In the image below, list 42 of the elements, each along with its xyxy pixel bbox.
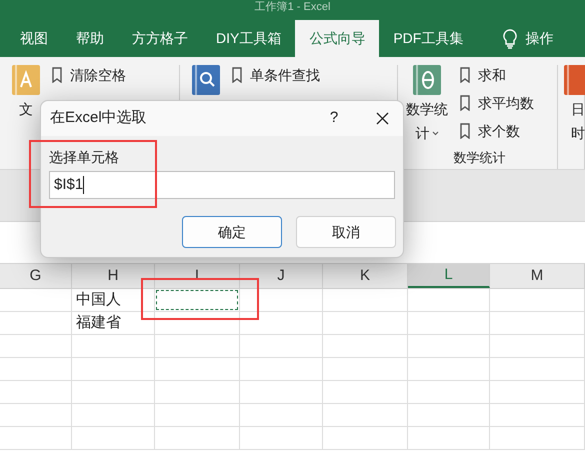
column-header[interactable]: G: [0, 264, 72, 288]
dialog-button[interactable]: 取消: [296, 216, 396, 248]
ribbon-item[interactable]: 单条件查找: [250, 65, 320, 85]
bookmark-icon: [460, 67, 470, 83]
table-cell: 福建省: [72, 312, 155, 334]
help-button[interactable]: ?: [324, 107, 344, 130]
ribbon-tab[interactable]: 公式向导: [295, 20, 380, 57]
lightbulb-icon[interactable]: [503, 28, 518, 48]
ribbon-item[interactable]: 清除空格: [70, 65, 126, 85]
magnifier-book-icon: [192, 65, 220, 95]
column-header[interactable]: L: [408, 264, 490, 288]
group-button-label[interactable]: 计: [416, 123, 438, 143]
ribbon-tab[interactable]: DIY工具箱: [202, 20, 296, 57]
bookmark-icon: [52, 67, 62, 83]
group-button-label[interactable]: 数学统: [406, 99, 448, 119]
ribbon-tab[interactable]: 视图: [6, 20, 62, 57]
input-field[interactable]: $I$1: [49, 171, 395, 199]
ribbon-tab[interactable]: 帮助: [62, 20, 118, 57]
field-label: 选择单元格: [49, 148, 120, 167]
theta-book-icon: [413, 65, 441, 95]
dialog-title: 在Excel中选取: [50, 108, 148, 128]
ribbon-item[interactable]: 求和: [478, 65, 506, 85]
close-icon[interactable]: [376, 112, 389, 125]
table-cell: 中国人: [72, 289, 155, 311]
bookmark-icon: [460, 95, 470, 111]
ribbon-item[interactable]: 求个数: [478, 121, 520, 141]
window-title: 工作簿1 - Excel: [254, 0, 330, 14]
column-header[interactable]: H: [72, 264, 155, 288]
bookmark-icon: [460, 123, 470, 139]
tell-me-label[interactable]: 操作: [525, 28, 554, 49]
group-button-label[interactable]: 时: [571, 123, 585, 143]
column-header[interactable]: J: [240, 264, 323, 288]
ribbon-tab[interactable]: 方方格子: [118, 20, 202, 57]
ribbon-item[interactable]: 求平均数: [478, 93, 534, 113]
letter-book-icon: [12, 65, 40, 95]
group-button-label[interactable]: 文: [19, 99, 33, 119]
column-header[interactable]: M: [490, 264, 585, 288]
dialog-button[interactable]: 确定: [182, 216, 282, 248]
bookmark-icon: [232, 67, 242, 83]
group-button-label[interactable]: 日: [571, 99, 585, 119]
group-title: 数学统计: [454, 148, 506, 166]
ribbon-tab[interactable]: PDF工具集: [379, 20, 478, 57]
